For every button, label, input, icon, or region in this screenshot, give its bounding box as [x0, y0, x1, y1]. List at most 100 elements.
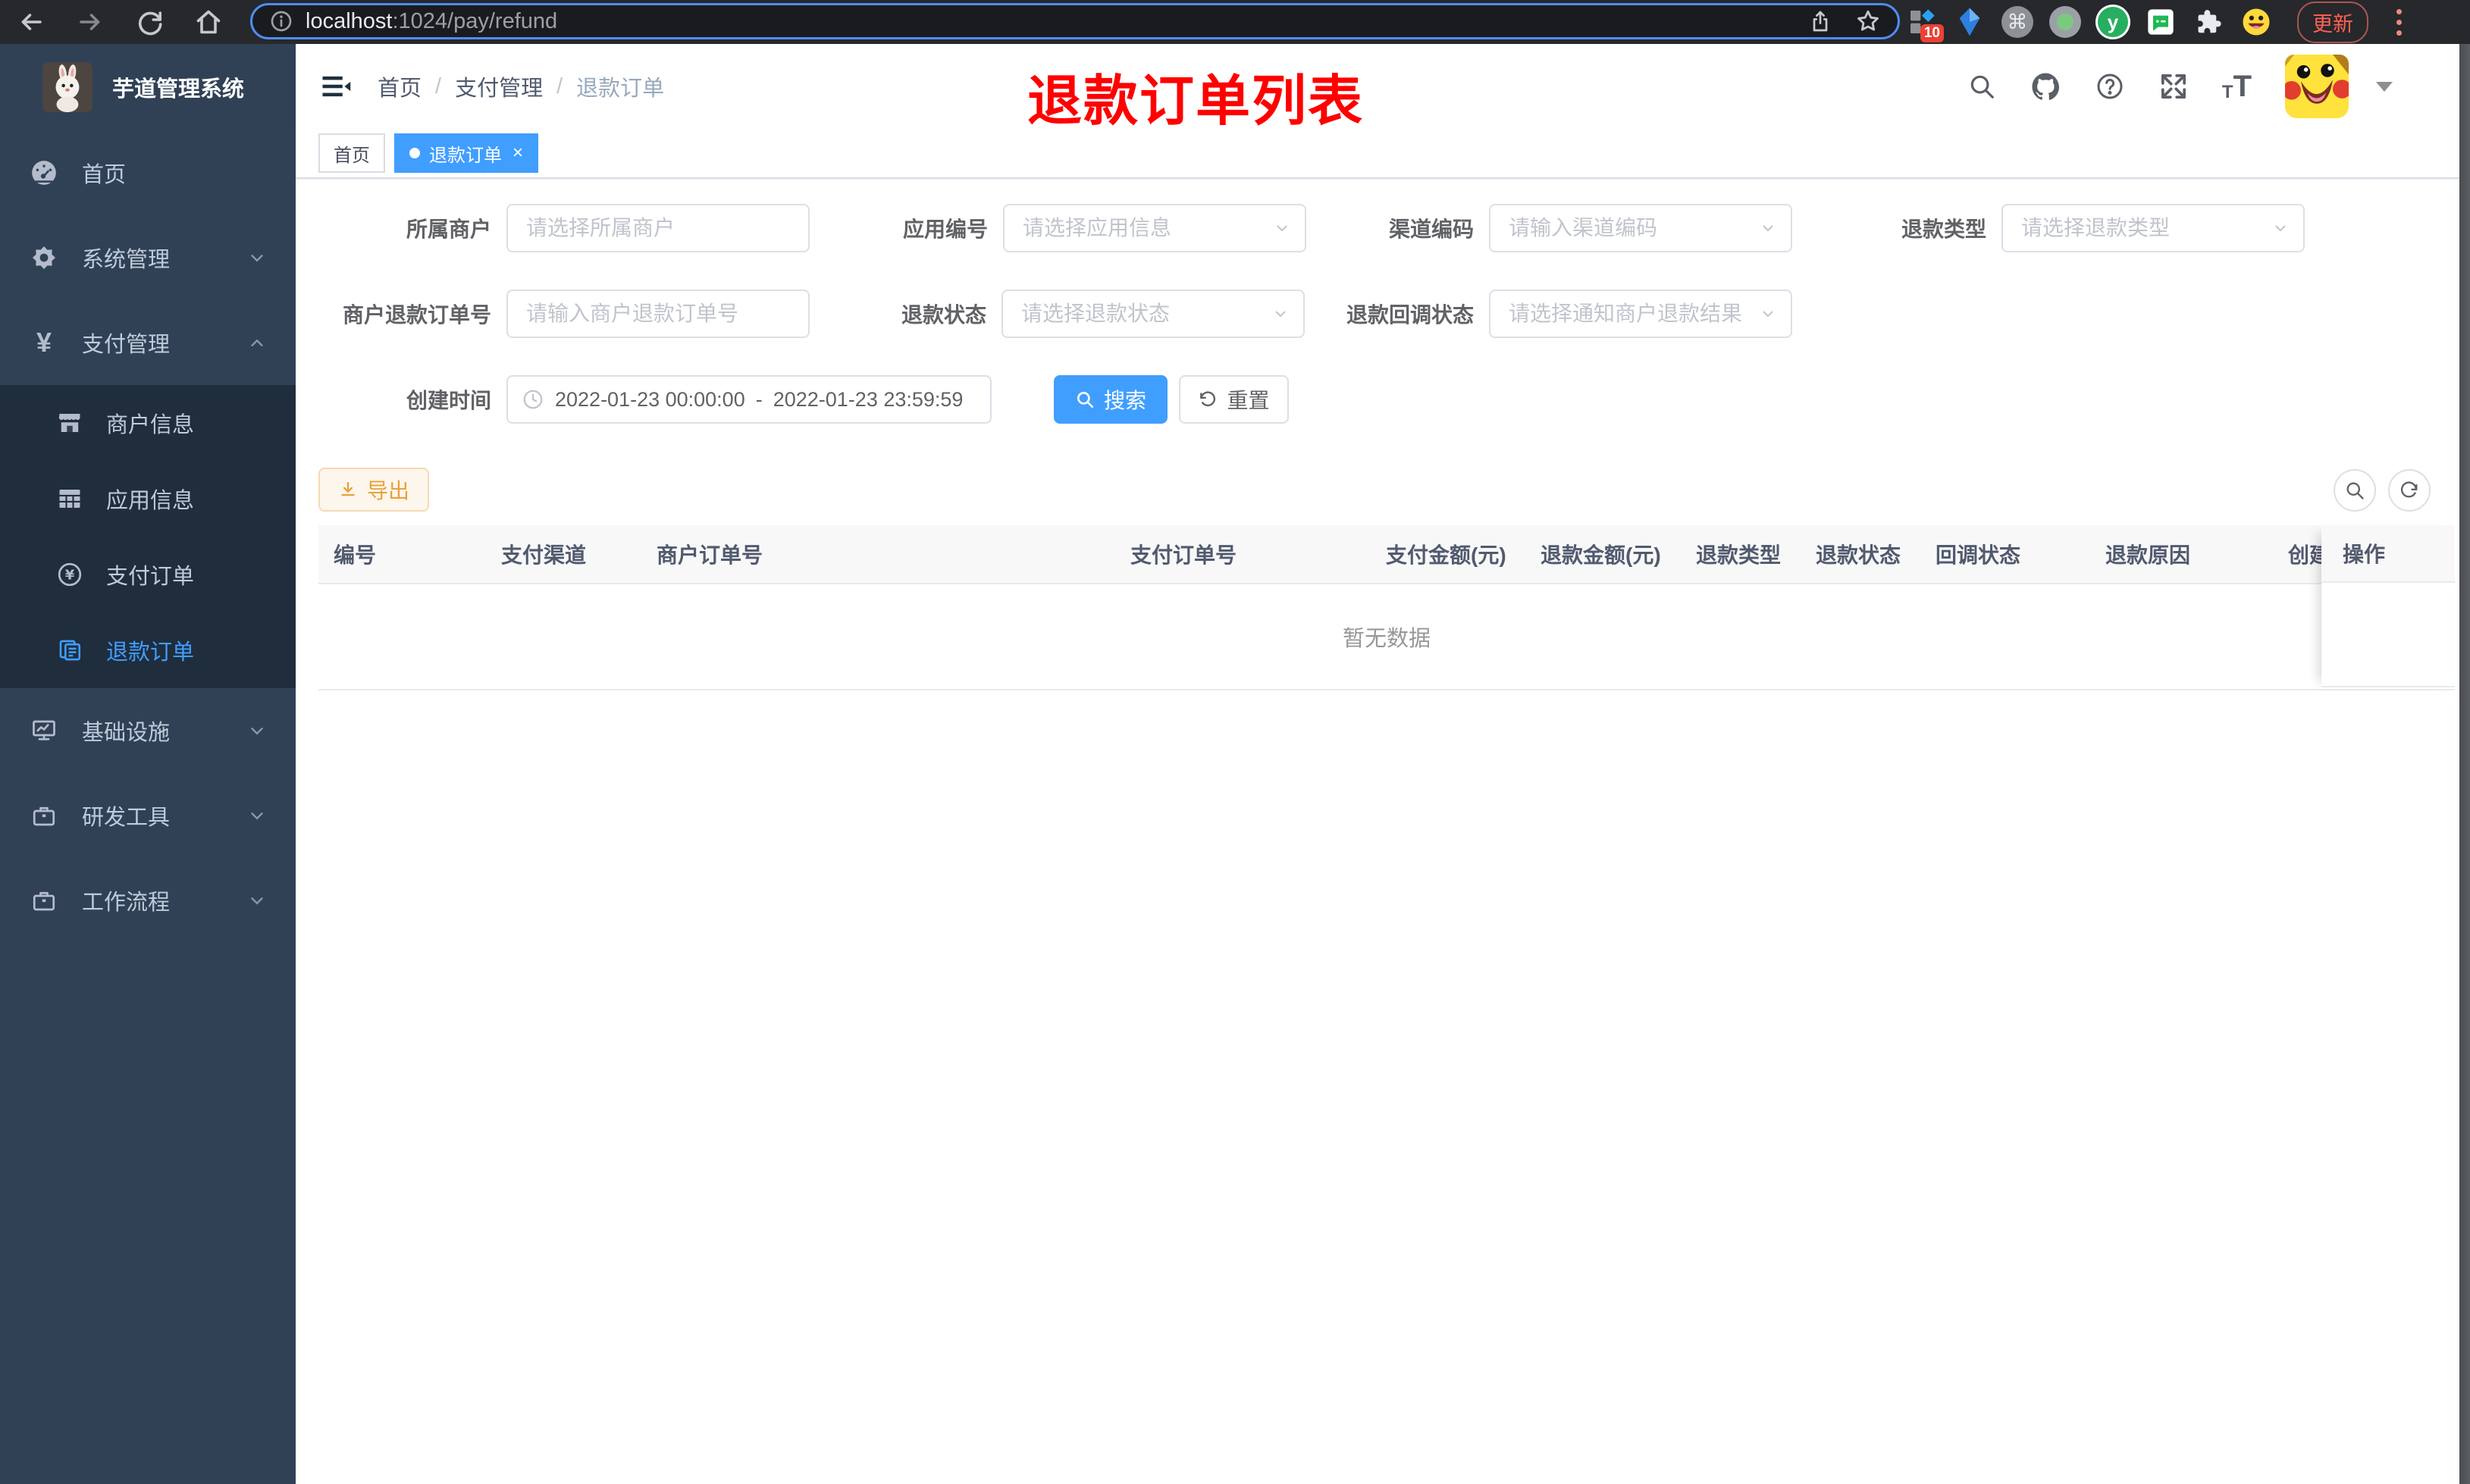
back-icon[interactable] [17, 8, 45, 36]
home-icon[interactable] [194, 8, 223, 36]
channel-code-select[interactable] [1489, 204, 1792, 252]
table-refresh-button[interactable] [2388, 469, 2431, 512]
chevron-down-icon [247, 806, 267, 825]
extensions-puzzle-icon[interactable] [2191, 5, 2226, 39]
yen-icon: ¥ [36, 327, 52, 358]
merchant-input[interactable] [506, 204, 810, 252]
sidebar-item-label: 基础设施 [82, 721, 171, 745]
fixed-operation-column: 操作 [2321, 525, 2455, 689]
browser-menu-icon[interactable] [2393, 6, 2405, 39]
tag-close-icon[interactable]: × [512, 142, 523, 164]
sidebar-item-infra[interactable]: 基础设施 [0, 688, 296, 773]
extension-row: 10 ⌘ y 更新 [1904, 0, 2405, 44]
app-logo-row[interactable]: 芋道管理系统 [0, 44, 296, 130]
callback-status-select[interactable] [1489, 290, 1792, 338]
sidebar-item-label: 工作流程 [82, 891, 171, 915]
sidebar-item-dev-tools[interactable]: 研发工具 [0, 773, 296, 858]
export-button[interactable]: 导出 [318, 468, 430, 512]
filter-refund-type: 退款类型 [1797, 204, 2305, 252]
extension-green-dot-icon[interactable] [2048, 5, 2083, 39]
breadcrumb-home[interactable]: 首页 [378, 70, 422, 102]
merchant-refund-no-input[interactable] [506, 290, 810, 338]
column-header: 支付金额(元) [1386, 543, 1506, 567]
column-header: 商户订单号 [657, 543, 763, 567]
search-button[interactable]: 搜索 [1054, 375, 1168, 424]
tags-bar: 首页 退款订单 × [296, 129, 2459, 179]
refund-type-select[interactable] [2001, 204, 2305, 252]
shop-icon [55, 409, 85, 437]
table-header-row: 编号 支付渠道 商户订单号 支付订单号 支付金额(元) 退款金额(元) 退款类型… [318, 525, 2455, 584]
briefcase-icon [29, 887, 59, 914]
date-range-picker[interactable]: 2022-01-23 00:00:00 - 2022-01-23 23:59:5… [506, 375, 992, 424]
app-title: 芋道管理系统 [112, 77, 245, 102]
sidebar-collapse-icon[interactable] [320, 70, 352, 102]
browser-scrollbar[interactable] [2459, 44, 2470, 1484]
sidebar-item-merchant-info[interactable]: 商户信息 [0, 385, 296, 461]
grid-table-icon [55, 485, 85, 512]
column-header: 回调状态 [1936, 543, 2021, 567]
extension-kite-icon[interactable] [1952, 5, 1987, 39]
share-icon[interactable] [1808, 9, 1832, 33]
breadcrumb-pay[interactable]: 支付管理 [455, 70, 543, 102]
column-header: 退款原因 [2105, 543, 2191, 567]
breadcrumb-current: 退款订单 [576, 77, 665, 101]
filter-label: 退款类型 [1901, 218, 1986, 241]
top-navbar: 首页 / 支付管理 / 退款订单 退款订单列表 TT [296, 44, 2459, 132]
extension-emoji-icon[interactable] [2239, 5, 2274, 39]
sidebar-item-system[interactable]: 系统管理 [0, 215, 296, 300]
sidebar-item-refund-order[interactable]: 退款订单 [0, 612, 296, 688]
sidebar-item-app-info[interactable]: 应用信息 [0, 461, 296, 537]
fullscreen-icon[interactable] [2158, 71, 2189, 102]
reset-button[interactable]: 重置 [1179, 375, 1289, 424]
refund-status-select[interactable] [1001, 290, 1305, 338]
sidebar-item-home[interactable]: 首页 [0, 130, 296, 215]
coin-yen-icon: ¥ [55, 561, 85, 588]
gear-icon [29, 244, 59, 271]
tag-home[interactable]: 首页 [318, 133, 385, 173]
font-size-icon[interactable]: TT [2222, 71, 2252, 102]
tag-refund-order[interactable]: 退款订单 × [394, 133, 539, 173]
table-search-toggle-button[interactable] [2334, 469, 2376, 512]
bookmark-star-icon[interactable] [1855, 8, 1881, 34]
site-info-icon[interactable] [269, 9, 293, 33]
sidebar-item-pay[interactable]: ¥ 支付管理 [0, 300, 296, 385]
browser-chrome: localhost:1024/pay/refund 10 ⌘ y 更新 [0, 0, 2470, 44]
search-icon[interactable] [1967, 72, 1996, 101]
app-no-select[interactable] [1003, 204, 1306, 252]
app-logo [42, 62, 92, 112]
filter-label: 所属商户 [406, 218, 491, 241]
address-bar[interactable]: localhost:1024/pay/refund [250, 3, 1900, 39]
forward-icon[interactable] [76, 8, 105, 36]
browser-nav-buttons [17, 0, 223, 44]
filter-label: 渠道编码 [1388, 218, 1474, 241]
browser-update-button[interactable]: 更新 [2297, 1, 2368, 43]
sidebar-item-workflow[interactable]: 工作流程 [0, 858, 296, 943]
help-icon[interactable] [2095, 71, 2125, 102]
filter-label: 商户退款订单号 [342, 303, 491, 327]
filter-app-no: 应用编号 [806, 204, 1306, 252]
date-end: 2022-01-23 23:59:59 [773, 387, 964, 411]
refund-table: 编号 支付渠道 商户订单号 支付订单号 支付金额(元) 退款金额(元) 退款类型… [318, 525, 2455, 690]
extension-y-icon[interactable]: y [2095, 5, 2130, 39]
sidebar-item-pay-order[interactable]: ¥ 支付订单 [0, 537, 296, 612]
extension-tiles-icon[interactable]: 10 [1904, 5, 1944, 42]
sidebar-submenu-pay: 商户信息 应用信息 ¥ 支付订单 退款订单 [0, 385, 296, 688]
column-header-clipped: 创建时间 [2288, 543, 2321, 567]
briefcase-icon [29, 802, 59, 829]
filter-callback-status: 退款回调状态 [1277, 290, 1792, 338]
sidebar-item-label: 系统管理 [82, 248, 171, 272]
github-icon[interactable] [2030, 70, 2061, 102]
user-avatar[interactable] [2285, 55, 2349, 118]
tag-active-dot [409, 148, 420, 158]
extension-command-icon[interactable]: ⌘ [2000, 5, 2035, 39]
reload-icon[interactable] [135, 8, 164, 36]
chevron-up-icon [247, 333, 267, 352]
avatar-caret-icon[interactable] [2376, 81, 2393, 92]
filter-merchant-refund-no: 商户退款订单号 [302, 290, 810, 338]
extension-chat-icon[interactable] [2143, 5, 2178, 39]
sidebar-item-label: 应用信息 [106, 489, 195, 513]
navbar-actions: TT [1967, 55, 2435, 118]
chevron-down-icon [247, 721, 267, 740]
sidebar: 芋道管理系统 首页 系统管理 ¥ 支付管理 商户信息 应用信息 ¥ 支付订单 退… [0, 44, 296, 1484]
empty-state-text: 暂无数据 [1342, 627, 1431, 651]
